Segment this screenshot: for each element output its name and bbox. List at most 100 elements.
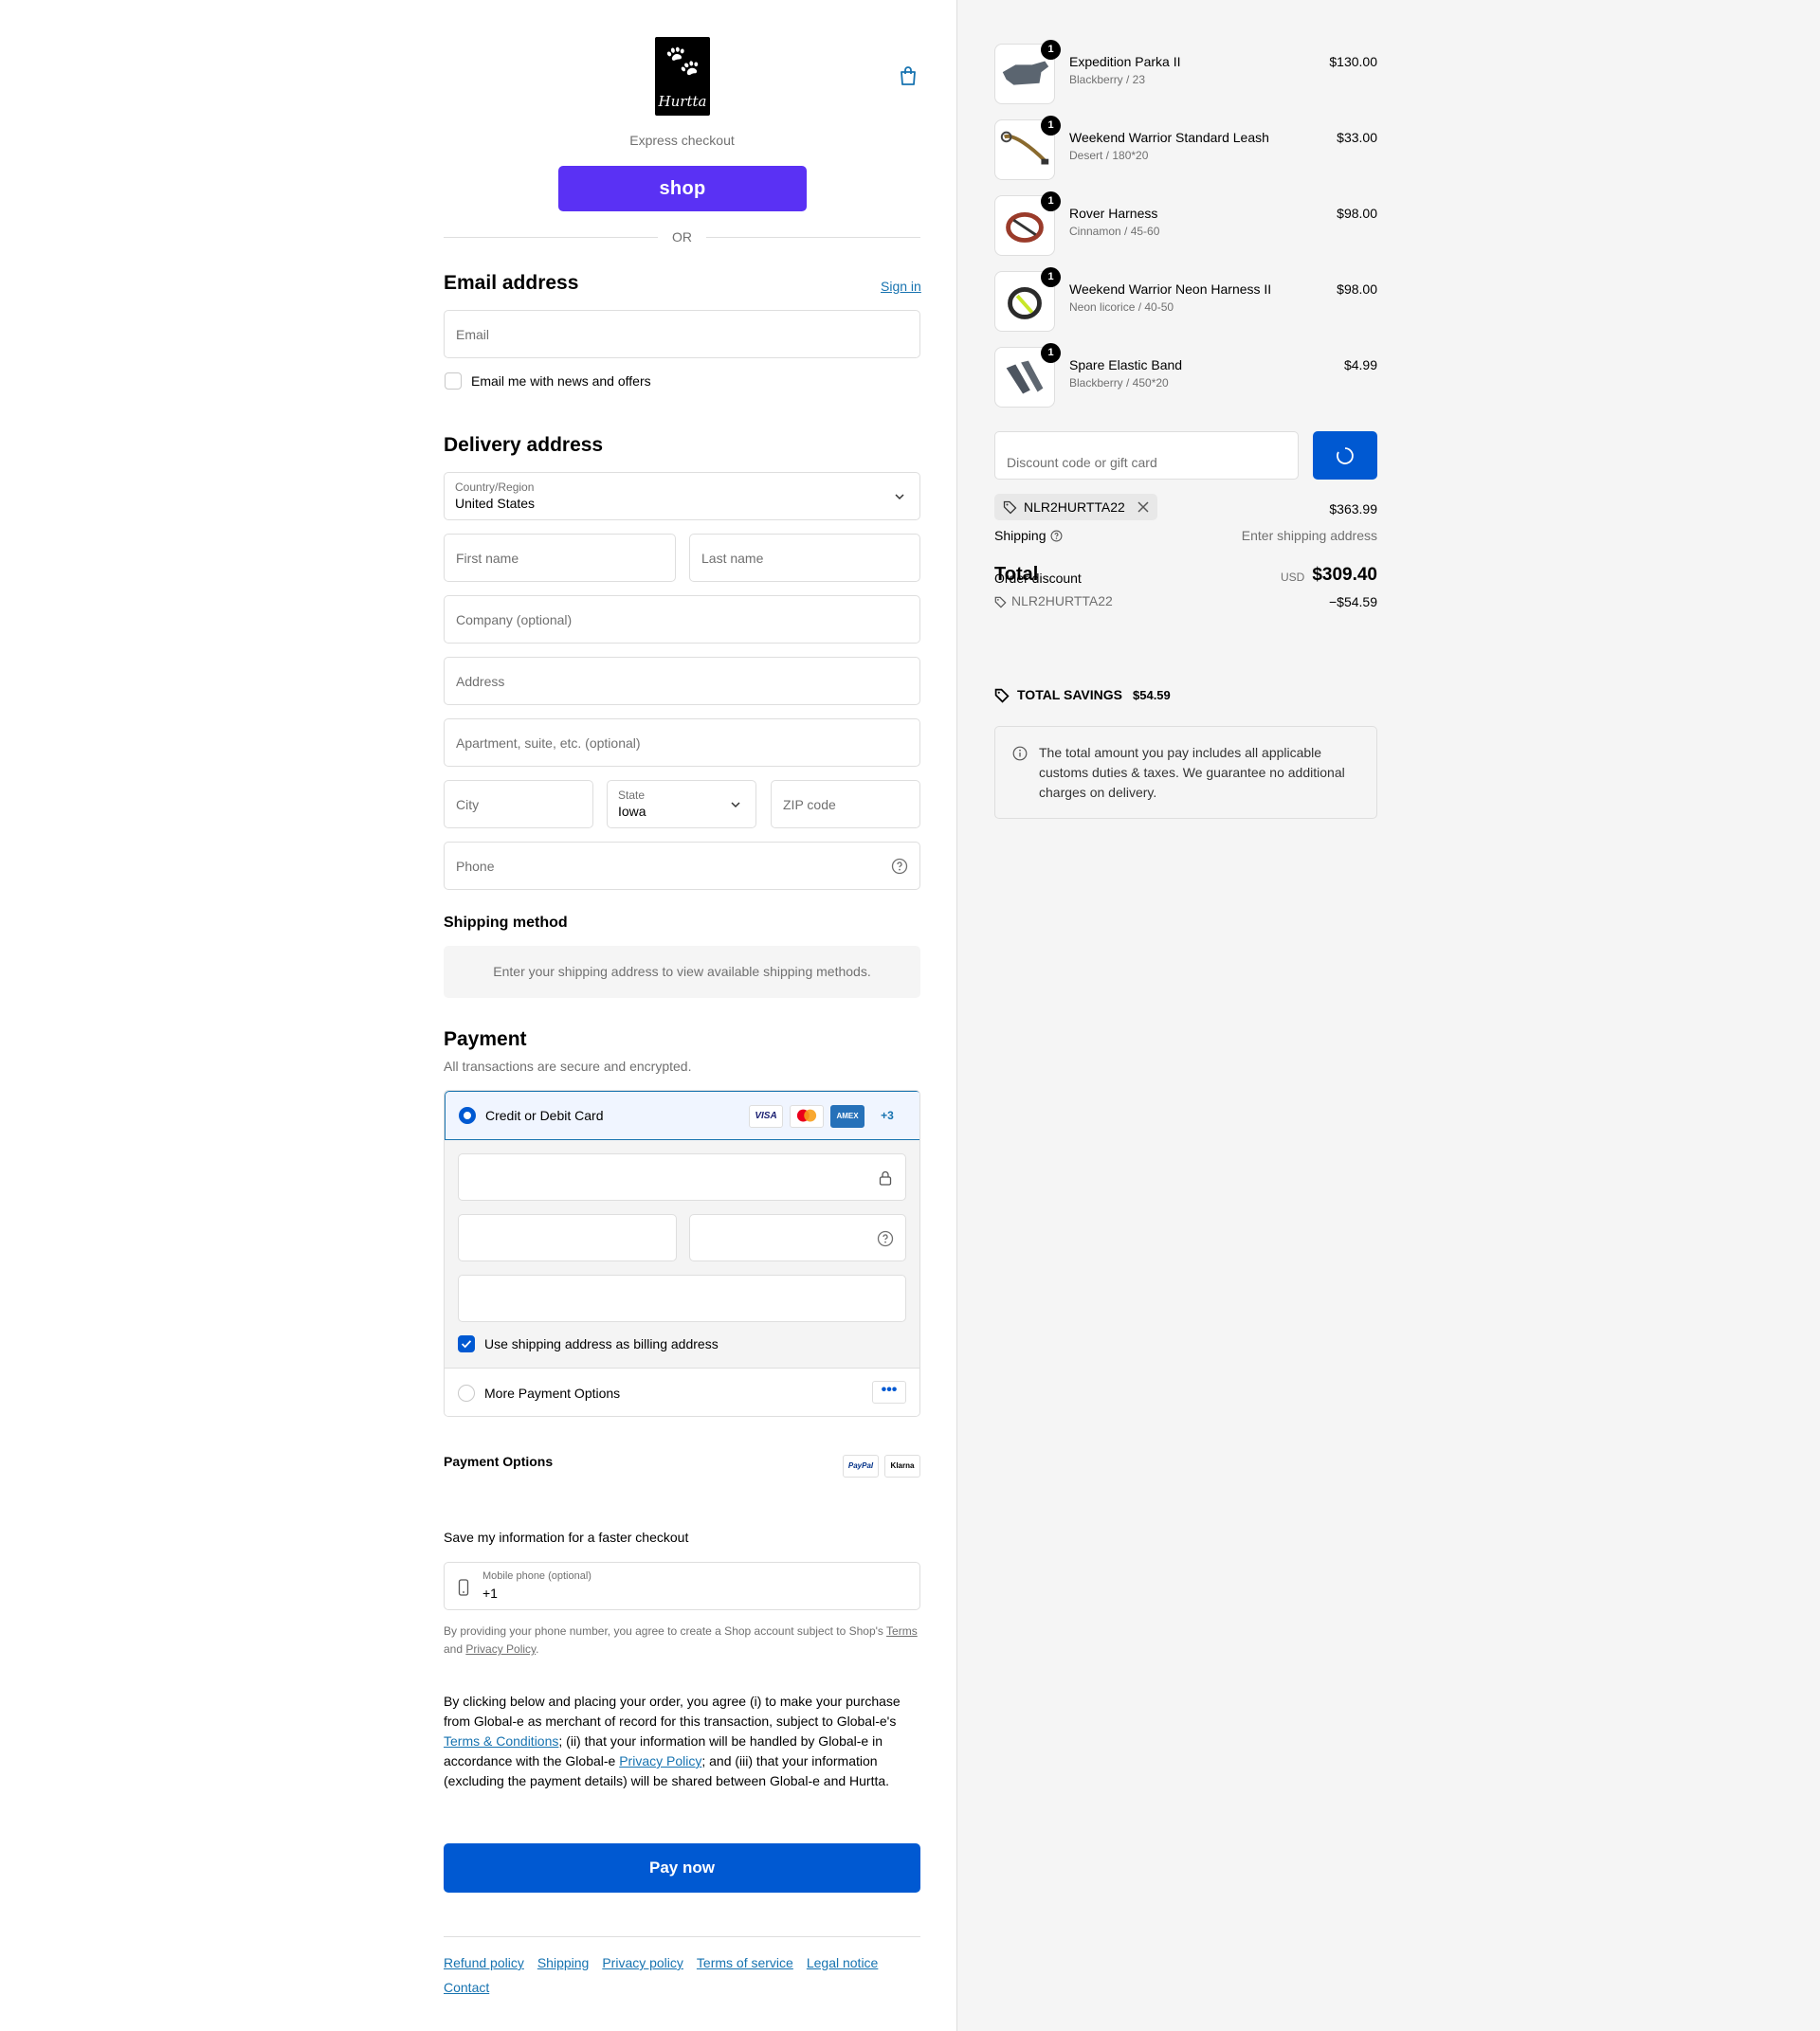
shipping-method-note: Enter your shipping address to view avai… — [444, 946, 920, 998]
quantity-badge: 1 — [1041, 267, 1061, 287]
item-price: $33.00 — [1337, 130, 1377, 145]
last-name-field[interactable]: Last name — [689, 534, 920, 582]
apply-discount-button[interactable] — [1313, 431, 1377, 480]
info-icon — [1012, 746, 1028, 761]
tag-icon — [1003, 500, 1017, 515]
mobile-phone-icon — [458, 1579, 469, 1596]
legal-text-1: By clicking below and placing your order… — [444, 1694, 901, 1729]
state-select[interactable]: State Iowa — [607, 780, 756, 828]
phone-field[interactable]: Phone — [444, 842, 920, 890]
footer-divider — [444, 1936, 920, 1937]
product-image-neon-harness: 1 — [994, 267, 1061, 332]
card-option-header[interactable]: Credit or Debit Card VISA AMEX +3 — [445, 1091, 919, 1140]
duties-note-box: The total amount you pay includes all ap… — [994, 726, 1377, 819]
item-price: $130.00 — [1329, 54, 1377, 69]
duties-note-text: The total amount you pay includes all ap… — [1039, 745, 1345, 800]
help-icon[interactable] — [1050, 530, 1063, 542]
pay-now-button[interactable]: Pay now — [444, 1843, 920, 1893]
mobile-phone-field[interactable]: Mobile phone (optional) +1 — [444, 1562, 920, 1610]
mastercard-icon — [790, 1105, 824, 1128]
hurtta-logo[interactable]: 🐾︎ Hurtta — [655, 37, 710, 116]
total-savings-label: TOTAL SAVINGS — [1017, 687, 1122, 702]
cart-item: 1 Weekend Warrior Neon Harness II Neon l… — [994, 267, 1377, 332]
shop-terms-link[interactable]: Terms — [886, 1624, 918, 1638]
terms-of-service-link[interactable]: Terms of service — [697, 1955, 793, 1970]
apartment-field[interactable]: Apartment, suite, etc. (optional) — [444, 718, 920, 767]
card-radio[interactable] — [459, 1107, 476, 1124]
or-label: OR — [661, 229, 703, 245]
phone-placeholder: Phone — [456, 859, 495, 874]
tag-icon — [994, 596, 1007, 608]
item-name: Expedition Parka II — [1069, 54, 1181, 69]
more-payment-options-row[interactable]: More Payment Options ••• — [445, 1368, 919, 1416]
card-expiry-field[interactable] — [458, 1214, 677, 1261]
total-label: Total — [994, 564, 1039, 585]
loading-spinner-icon — [1337, 447, 1354, 464]
shop-legal-and: and — [444, 1642, 466, 1656]
mobile-value: +1 — [482, 1586, 498, 1601]
checkmark-icon — [461, 1340, 472, 1349]
cart-item: 1 Rover Harness Cinnamon / 45-60 $98.00 — [994, 191, 1377, 256]
apartment-placeholder: Apartment, suite, etc. (optional) — [456, 735, 641, 751]
item-variant: Neon licorice / 40-50 — [1069, 300, 1174, 314]
legal-notice-link[interactable]: Legal notice — [807, 1955, 879, 1970]
klarna-badge[interactable]: Klarna — [884, 1455, 920, 1478]
item-name: Weekend Warrior Neon Harness II — [1069, 281, 1272, 297]
cart-item: 1 Weekend Warrior Standard Leash Desert … — [994, 116, 1377, 180]
refund-policy-link[interactable]: Refund policy — [444, 1955, 524, 1970]
payment-subtitle: All transactions are secure and encrypte… — [444, 1059, 692, 1074]
card-name-field[interactable] — [458, 1275, 906, 1322]
shop-legal-text: By providing your phone number, you agre… — [444, 1624, 887, 1638]
item-variant: Blackberry / 23 — [1069, 73, 1146, 86]
quantity-badge: 1 — [1041, 116, 1061, 136]
shop-privacy-link[interactable]: Privacy Policy — [465, 1642, 536, 1656]
newsletter-label: Email me with news and offers — [471, 373, 651, 389]
company-placeholder: Company (optional) — [456, 612, 573, 627]
applied-code: NLR2HURTTA22 — [1024, 499, 1125, 515]
contact-link[interactable]: Contact — [444, 1980, 489, 1995]
express-checkout-label: Express checkout — [629, 133, 735, 148]
more-options-radio[interactable] — [458, 1385, 475, 1402]
delivery-section-title: Delivery address — [444, 434, 604, 456]
item-price: $4.99 — [1343, 357, 1377, 372]
shopping-bag-icon[interactable] — [899, 65, 918, 86]
brand-wordmark: Hurtta — [658, 93, 707, 110]
quantity-badge: 1 — [1041, 40, 1061, 60]
paypal-badge[interactable]: PayPal — [843, 1455, 879, 1478]
email-placeholder: Email — [456, 327, 490, 342]
help-icon[interactable] — [891, 858, 908, 875]
quantity-badge: 1 — [1041, 343, 1061, 363]
total-savings-value: $54.59 — [1133, 688, 1171, 702]
item-variant: Desert / 180*20 — [1069, 149, 1149, 162]
city-field[interactable]: City — [444, 780, 593, 828]
card-number-field[interactable] — [458, 1153, 906, 1201]
sign-in-link[interactable]: Sign in — [881, 279, 921, 294]
global-e-privacy-link[interactable]: Privacy Policy — [619, 1753, 701, 1768]
shipping-link[interactable]: Shipping — [537, 1955, 590, 1970]
close-icon[interactable] — [1138, 501, 1149, 513]
product-image-parka: 1 — [994, 40, 1061, 104]
newsletter-checkbox[interactable] — [445, 372, 462, 390]
help-icon[interactable] — [877, 1230, 894, 1247]
email-field[interactable]: Email — [444, 310, 920, 358]
discount-code-field[interactable]: Discount code or gift card — [994, 431, 1299, 480]
shipping-label: Shipping — [994, 528, 1046, 543]
zip-field[interactable]: ZIP code — [771, 780, 920, 828]
privacy-policy-link[interactable]: Privacy policy — [602, 1955, 683, 1970]
product-image-leash: 1 — [994, 116, 1061, 180]
shop-legal-period: . — [536, 1642, 539, 1656]
item-variant: Cinnamon / 45-60 — [1069, 225, 1160, 238]
billing-checkbox[interactable] — [458, 1335, 475, 1352]
total-value: $309.40 — [1312, 565, 1377, 585]
card-cvv-field[interactable] — [689, 1214, 906, 1261]
country-select[interactable]: Country/Region United States — [444, 472, 920, 520]
product-image-rover-harness: 1 — [994, 191, 1061, 256]
visa-icon: VISA — [749, 1105, 783, 1128]
shop-pay-button[interactable]: shop — [558, 166, 807, 211]
company-field[interactable]: Company (optional) — [444, 595, 920, 644]
chevron-down-icon — [731, 802, 740, 808]
address-field[interactable]: Address — [444, 657, 920, 705]
first-name-field[interactable]: First name — [444, 534, 676, 582]
more-options-icon: ••• — [872, 1381, 906, 1404]
global-e-terms-link[interactable]: Terms & Conditions — [444, 1733, 558, 1749]
